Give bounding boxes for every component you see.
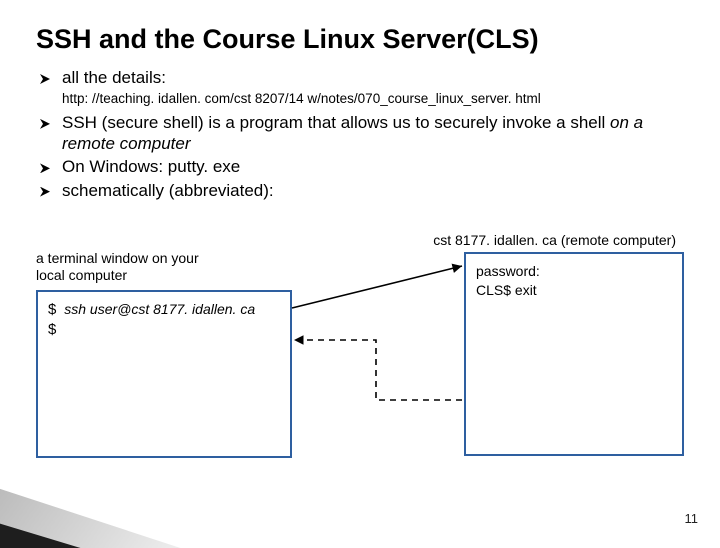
remote-line-2: CLS$ exit (476, 281, 672, 300)
prompt-icon-2: $ (48, 321, 56, 338)
bullet-4-text: schematically (abbreviated): (62, 181, 274, 200)
bullet-4: schematically (abbreviated): (40, 180, 684, 201)
local-line-2: $ (48, 320, 280, 340)
ssh-command: ssh user@cst 8177. idallen. ca (64, 301, 255, 317)
bullet-list: all the details: (40, 67, 684, 88)
local-line-1: $ ssh user@cst 8177. idallen. ca (48, 300, 280, 320)
corner-decoration (0, 458, 244, 548)
caption-local: a terminal window on your local computer (36, 250, 226, 284)
bullet-2: SSH (secure shell) is a program that all… (40, 112, 684, 155)
bullet-1: all the details: (40, 67, 684, 88)
bullet-list-2: SSH (secure shell) is a program that all… (40, 112, 684, 201)
terminal-local: $ ssh user@cst 8177. idallen. ca $ (36, 290, 292, 458)
slide: SSH and the Course Linux Server(CLS) all… (0, 0, 720, 540)
diagram: a terminal window on your local computer… (36, 250, 684, 290)
detail-url: http: //teaching. idallen. com/cst 8207/… (62, 90, 684, 108)
bullet-1-text: all the details: (62, 68, 166, 87)
bullet-3-text: On Windows: putty. exe (62, 157, 240, 176)
bullet-2-text-a: SSH (secure shell) is a program that all… (62, 113, 610, 132)
terminal-remote: password: CLS$ exit (464, 252, 684, 456)
prompt-icon: $ (48, 301, 56, 318)
slide-title: SSH and the Course Linux Server(CLS) (36, 24, 684, 55)
caption-remote: cst 8177. idallen. ca (remote computer) (433, 232, 676, 248)
remote-line-1: password: (476, 262, 672, 281)
page-number: 11 (685, 511, 699, 526)
bullet-3: On Windows: putty. exe (40, 156, 684, 177)
